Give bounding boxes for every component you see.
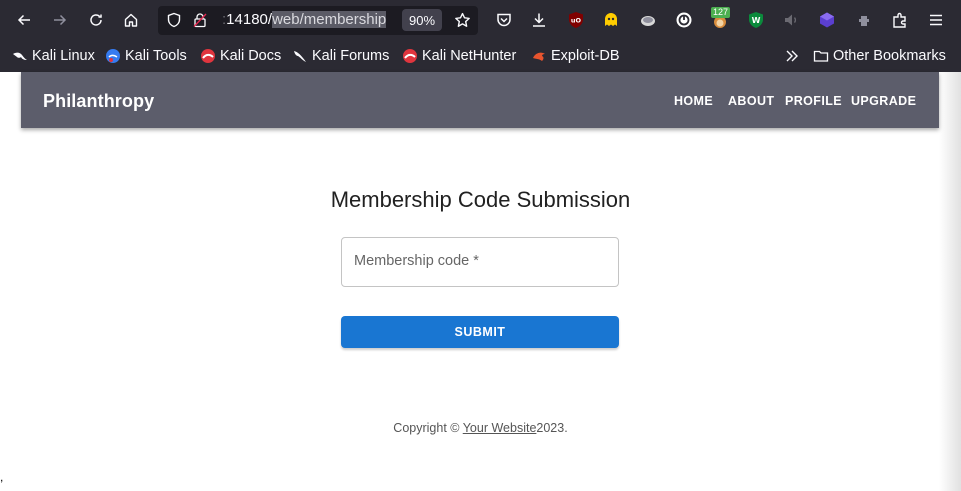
wappalyzer-button[interactable] — [639, 11, 657, 29]
puzzle-ext-button[interactable] — [855, 11, 873, 29]
ghost-icon — [605, 13, 617, 26]
bookmark-label: Kali NetHunter — [422, 48, 517, 64]
speaker-icon — [785, 14, 797, 26]
bookmark-kali-docs[interactable]: Kali Docs — [200, 47, 281, 65]
sound-button[interactable] — [782, 11, 800, 29]
bookmark-label: Kali Linux — [32, 48, 95, 64]
wappalyzer-w-button[interactable]: W — [747, 11, 765, 29]
other-bookmarks-folder[interactable]: Other Bookmarks — [813, 47, 946, 65]
back-button[interactable] — [8, 4, 40, 36]
other-bookmarks-label: Other Bookmarks — [833, 48, 946, 64]
cube-icon — [820, 12, 834, 28]
extensions-button[interactable] — [891, 11, 909, 29]
exploit-db-icon — [531, 48, 547, 64]
pocket-icon — [497, 13, 511, 27]
kali-dragon-icon — [12, 48, 28, 64]
download-icon — [533, 13, 545, 27]
bookmark-label: Kali Docs — [220, 48, 282, 64]
tracking-shield-icon[interactable] — [166, 12, 182, 28]
ublock-button[interactable]: uO — [567, 11, 585, 29]
page-title: Membership Code Submission — [330, 187, 631, 212]
zoom-level-button[interactable]: 90% — [402, 9, 442, 31]
app-menu-button[interactable] — [927, 11, 945, 29]
brand-title[interactable]: Philanthropy — [43, 91, 154, 112]
stray-character: , — [0, 470, 4, 484]
ublock-origin-icon: uO — [569, 12, 583, 28]
home-icon — [124, 13, 138, 27]
forward-arrow-icon — [54, 14, 67, 26]
pocket-button[interactable] — [495, 11, 513, 29]
footer-suffix: 2023. — [536, 421, 568, 435]
url-path-selected: web/membership — [272, 11, 387, 28]
extension-badge-count: 127 — [711, 7, 731, 18]
footer-copyright: Copyright © Your Website2023. — [0, 421, 961, 435]
browser-toolbar: :14180/web/membership 90% uO 127 W — [0, 0, 961, 40]
shield-w-icon: W — [749, 12, 763, 28]
nav-about[interactable]: ABOUT — [728, 94, 774, 108]
nav-profile[interactable]: PROFILE — [785, 94, 842, 108]
membership-code-input[interactable] — [342, 238, 618, 286]
bookmark-label: Kali Forums — [312, 48, 390, 64]
bookmark-kali-forums[interactable]: Kali Forums — [292, 47, 389, 65]
foxyproxy-button[interactable] — [675, 11, 693, 29]
nav-home[interactable]: HOME — [674, 94, 713, 108]
kali-nethunter-icon — [402, 48, 418, 64]
svg-text:W: W — [752, 16, 761, 25]
web-page: Philanthropy HOME ABOUT PROFILE UPGRADE … — [0, 72, 961, 491]
bookmark-exploit-db[interactable]: Exploit-DB — [531, 47, 620, 65]
forward-button[interactable] — [44, 4, 76, 36]
bookmark-kali-linux[interactable]: Kali Linux — [12, 47, 95, 65]
double-chevron-icon — [786, 50, 798, 62]
nav-upgrade[interactable]: UPGRADE — [851, 94, 916, 108]
footer-website-link[interactable]: Your Website — [463, 421, 537, 435]
kali-forums-icon — [292, 48, 308, 64]
bookmark-kali-nethunter[interactable]: Kali NetHunter — [402, 47, 516, 65]
cyberghost-button[interactable] — [602, 11, 620, 29]
hackbar-button[interactable] — [818, 11, 836, 29]
bookmark-label: Kali Tools — [125, 48, 187, 64]
reload-button[interactable] — [80, 4, 112, 36]
kali-tools-icon — [105, 48, 121, 64]
downloads-button[interactable] — [530, 11, 548, 29]
page-edge-shadow — [939, 72, 961, 491]
cookie-icon — [641, 16, 655, 26]
footer-prefix: Copyright © — [393, 421, 463, 435]
submit-button[interactable]: SUBMIT — [341, 316, 619, 348]
bookmark-kali-tools[interactable]: Kali Tools — [105, 47, 187, 65]
back-arrow-icon — [17, 14, 30, 26]
url-text[interactable]: :14180/web/membership — [222, 11, 387, 28]
bookmarks-toolbar: Kali Linux Kali Tools Kali Docs Kali For… — [0, 40, 961, 72]
bookmarks-overflow-button[interactable] — [784, 47, 800, 65]
proxy-icon — [676, 12, 692, 28]
puzzle-icon — [893, 12, 906, 28]
url-port: 14180/ — [226, 11, 273, 28]
membership-code-field[interactable]: Membership code * — [341, 237, 619, 287]
folder-icon — [813, 48, 829, 64]
svg-text:uO: uO — [571, 17, 582, 25]
home-button[interactable] — [115, 4, 147, 36]
insecure-lock-icon[interactable] — [192, 12, 208, 28]
bookmark-label: Exploit-DB — [551, 48, 620, 64]
bug-icon — [859, 16, 869, 26]
app-bar: Philanthropy HOME ABOUT PROFILE UPGRADE — [21, 72, 939, 128]
kali-docs-icon — [200, 48, 216, 64]
bookmark-star-icon[interactable] — [454, 12, 471, 29]
reload-icon — [90, 14, 102, 26]
hamburger-menu-icon — [930, 14, 942, 26]
